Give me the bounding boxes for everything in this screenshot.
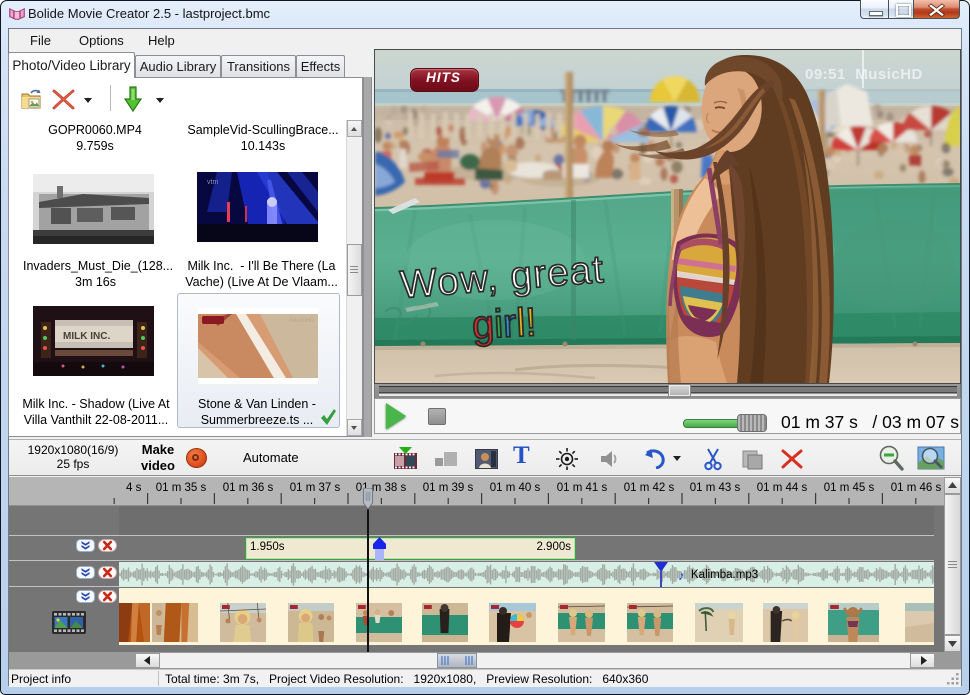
svg-text:vtm: vtm bbox=[207, 179, 218, 186]
svg-text:MILK INC.: MILK INC. bbox=[63, 331, 110, 342]
svg-text:MusicHD: MusicHD bbox=[290, 318, 315, 324]
